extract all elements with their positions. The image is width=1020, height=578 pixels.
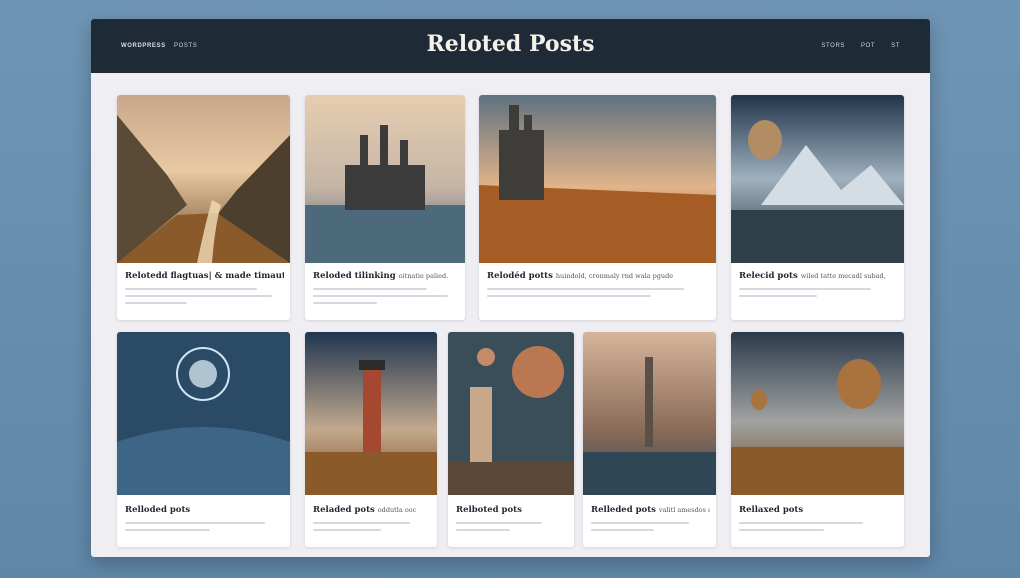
post-image: [117, 95, 290, 263]
post-card[interactable]: Reladed pots oddutla ooc: [305, 332, 437, 547]
post-image: [731, 95, 904, 263]
page-window: WORDPRESS POSTS Reloted Posts STORS POT …: [91, 19, 930, 557]
post-card[interactable]: Reloded tilinking oitnatie palied.: [305, 95, 465, 320]
nav-link-2[interactable]: POT: [861, 43, 875, 49]
post-card[interactable]: Relotedd flagtuas| & made timauta ta ala: [117, 95, 290, 320]
post-title[interactable]: Relodéd potts: [487, 271, 553, 281]
post-image: [731, 332, 904, 495]
post-image: [479, 95, 716, 263]
post-title[interactable]: Reloded tilinking: [313, 271, 396, 281]
post-card[interactable]: Relleded pots valitl amesdos aened.: [583, 332, 716, 547]
post-title[interactable]: Relboted pots: [456, 505, 522, 515]
post-card[interactable]: Rellaxed pots: [731, 332, 904, 547]
post-subtitle: oitnatie palied.: [398, 272, 449, 280]
post-title[interactable]: Relecid pots: [739, 271, 798, 281]
post-card[interactable]: Relboted pots: [448, 332, 574, 547]
post-card[interactable]: Relodéd potts huindold, cronmaly rnd wal…: [479, 95, 716, 320]
site-header: WORDPRESS POSTS Reloted Posts STORS POT …: [91, 19, 930, 73]
post-title[interactable]: Relleded pots: [591, 505, 656, 515]
post-subtitle: wiled tatte mecadl subad,: [800, 272, 886, 280]
post-image: [305, 95, 465, 263]
post-title[interactable]: Reladed pots: [313, 505, 375, 515]
post-title[interactable]: Rellaxed pots: [739, 505, 803, 515]
post-image: [583, 332, 716, 495]
nav-link-3[interactable]: ST: [891, 43, 900, 49]
post-title[interactable]: Relotedd flagtuas| & made timauta ta ala: [125, 271, 284, 281]
post-subtitle: valitl amesdos aened.: [658, 506, 710, 514]
post-title[interactable]: Relloded pots: [125, 505, 190, 515]
nav-link-1[interactable]: STORS: [821, 43, 845, 49]
post-image: [448, 332, 574, 495]
post-image: [117, 332, 290, 495]
post-subtitle: huindold, cronmaly rnd wala pgude: [555, 272, 674, 280]
post-card[interactable]: Relloded pots: [117, 332, 290, 547]
post-subtitle: oddutla ooc: [377, 506, 417, 514]
page-title: Reloted Posts: [426, 31, 595, 57]
nav-right: STORS POT ST: [821, 43, 900, 49]
post-image: [305, 332, 437, 495]
post-card[interactable]: Relecid pots wiled tatte mecadl subad,: [731, 95, 904, 320]
